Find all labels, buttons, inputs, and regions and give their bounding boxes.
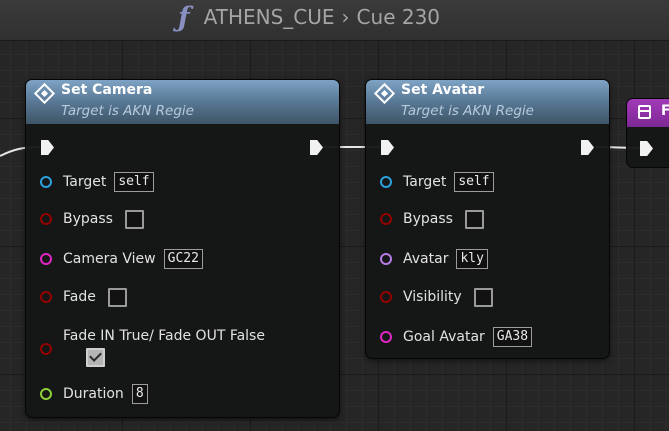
fade-in-out-checkbox[interactable] [86,348,105,367]
pin-label: Fade IN True/ Fade OUT False [63,328,265,344]
bool-pin-icon[interactable] [40,213,52,225]
target-value[interactable]: self [114,172,154,192]
node-header[interactable]: Set Avatar Target is AKN Regie [366,80,609,124]
pin-label: Camera View [63,251,156,267]
node-title: F [661,103,669,119]
pin-label: Duration [63,386,124,402]
object-pin-icon[interactable] [380,176,392,188]
pin-bypass: Bypass [380,209,484,229]
pin-label: Target [63,174,107,190]
pin-fade: Fade [40,287,127,307]
set-camera-node[interactable]: Set Camera Target is AKN Regie Target se… [25,79,340,418]
bool-pin-icon[interactable] [40,291,52,303]
exec-in-pin[interactable] [381,140,394,155]
node-title: Set Camera [61,82,153,98]
goal-avatar-input[interactable]: GA38 [492,327,533,347]
macro-node[interactable]: F [626,98,669,168]
bool-pin-icon[interactable] [380,213,392,225]
node-subtitle: Target is AKN Regie [61,103,194,119]
pin-duration: Duration 8 [40,384,148,404]
pin-label: Avatar [403,251,449,267]
bool-pin-icon[interactable] [40,343,52,355]
pin-fade-in-out: Fade IN True/ Fade OUT False [40,326,265,355]
exec-in-pin[interactable] [41,140,54,155]
pin-goal-avatar: Goal Avatar GA38 [380,327,533,347]
bypass-checkbox[interactable] [124,209,144,229]
string-pin-icon[interactable] [40,253,52,265]
pin-label: Goal Avatar [403,329,485,345]
target-value[interactable]: self [454,172,494,192]
pin-label: Fade [63,289,96,305]
avatar-input[interactable]: kly [456,249,488,269]
visibility-checkbox[interactable] [473,287,493,307]
set-avatar-node[interactable]: Set Avatar Target is AKN Regie Target se… [365,79,610,359]
pin-target: Target self [40,172,154,192]
fade-checkbox[interactable] [107,287,127,307]
pin-label: Target [403,174,447,190]
pin-label: Bypass [63,211,113,227]
bypass-checkbox[interactable] [464,209,484,229]
pin-visibility: Visibility [380,287,493,307]
macro-icon [638,105,651,119]
object-pin-icon[interactable] [40,176,52,188]
pin-avatar: Avatar kly [380,249,488,269]
node-header[interactable]: Set Camera Target is AKN Regie [26,80,339,124]
node-subtitle: Target is AKN Regie [401,103,534,119]
name-pin-icon[interactable] [380,253,392,265]
pin-label: Bypass [403,211,453,227]
string-pin-icon[interactable] [380,331,392,343]
exec-out-pin[interactable] [310,140,323,155]
pin-target: Target self [380,172,494,192]
duration-input[interactable]: 8 [131,384,148,404]
node-header[interactable]: F [627,99,669,127]
function-diamond-icon [373,82,396,105]
camera-view-input[interactable]: GC22 [163,249,203,269]
pin-label: Visibility [403,289,462,305]
exec-out-pin[interactable] [581,140,594,155]
function-diamond-icon [33,82,56,105]
exec-in-pin[interactable] [640,141,653,156]
node-title: Set Avatar [401,82,485,98]
bool-pin-icon[interactable] [380,291,392,303]
pin-camera-view: Camera View GC22 [40,249,203,269]
number-pin-icon[interactable] [40,388,52,400]
pin-bypass: Bypass [40,209,144,229]
